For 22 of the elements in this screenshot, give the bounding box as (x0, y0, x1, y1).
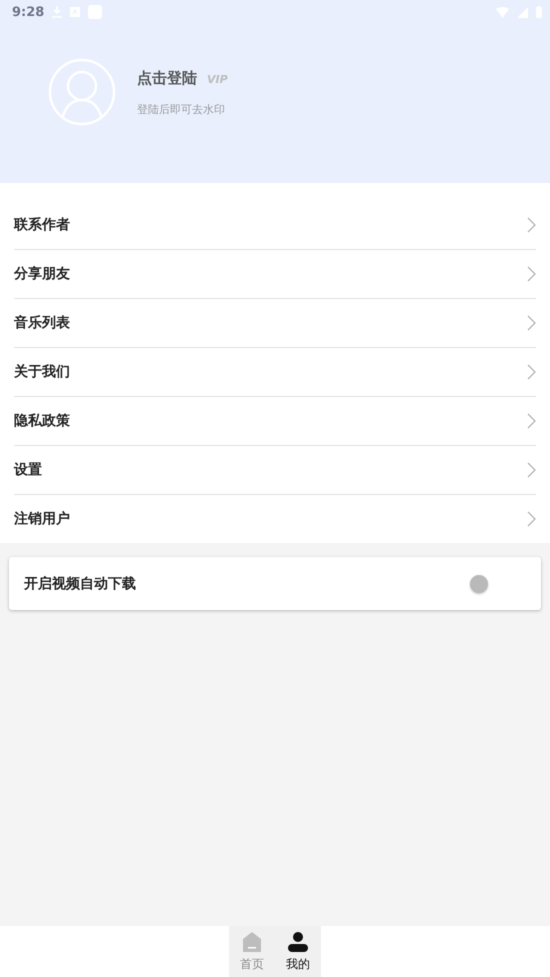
home-icon (242, 932, 262, 952)
chevron-right-icon (527, 266, 536, 282)
login-title[interactable]: 点击登陆 (137, 68, 197, 86)
chevron-right-icon (527, 413, 536, 429)
menu-item-label[interactable]: 联系作者 (14, 216, 70, 234)
bottom-nav-tab[interactable]: 我的 (275, 926, 321, 977)
login-hint: 登陆后即可去水印 (137, 102, 226, 116)
menu-item-label[interactable]: 关于我们 (14, 363, 70, 381)
menu-item-label[interactable]: 音乐列表 (14, 314, 70, 332)
menu-item-label[interactable]: 设置 (14, 461, 42, 479)
status-time: 9:28 (12, 4, 44, 20)
chevron-right-icon (527, 364, 536, 380)
setting-label: 开启视频自动下载 (24, 574, 136, 592)
chevron-right-icon (527, 315, 536, 331)
menu-item-label[interactable]: 隐私政策 (14, 412, 70, 430)
chevron-right-icon (527, 217, 536, 233)
menu-item-label[interactable]: 分享朋友 (14, 265, 70, 283)
vip-label: VIP (207, 72, 228, 86)
person-icon (288, 932, 308, 952)
chevron-right-icon (527, 462, 536, 478)
chevron-right-icon (527, 511, 536, 527)
menu-item-label[interactable]: 注销用户 (14, 510, 70, 528)
